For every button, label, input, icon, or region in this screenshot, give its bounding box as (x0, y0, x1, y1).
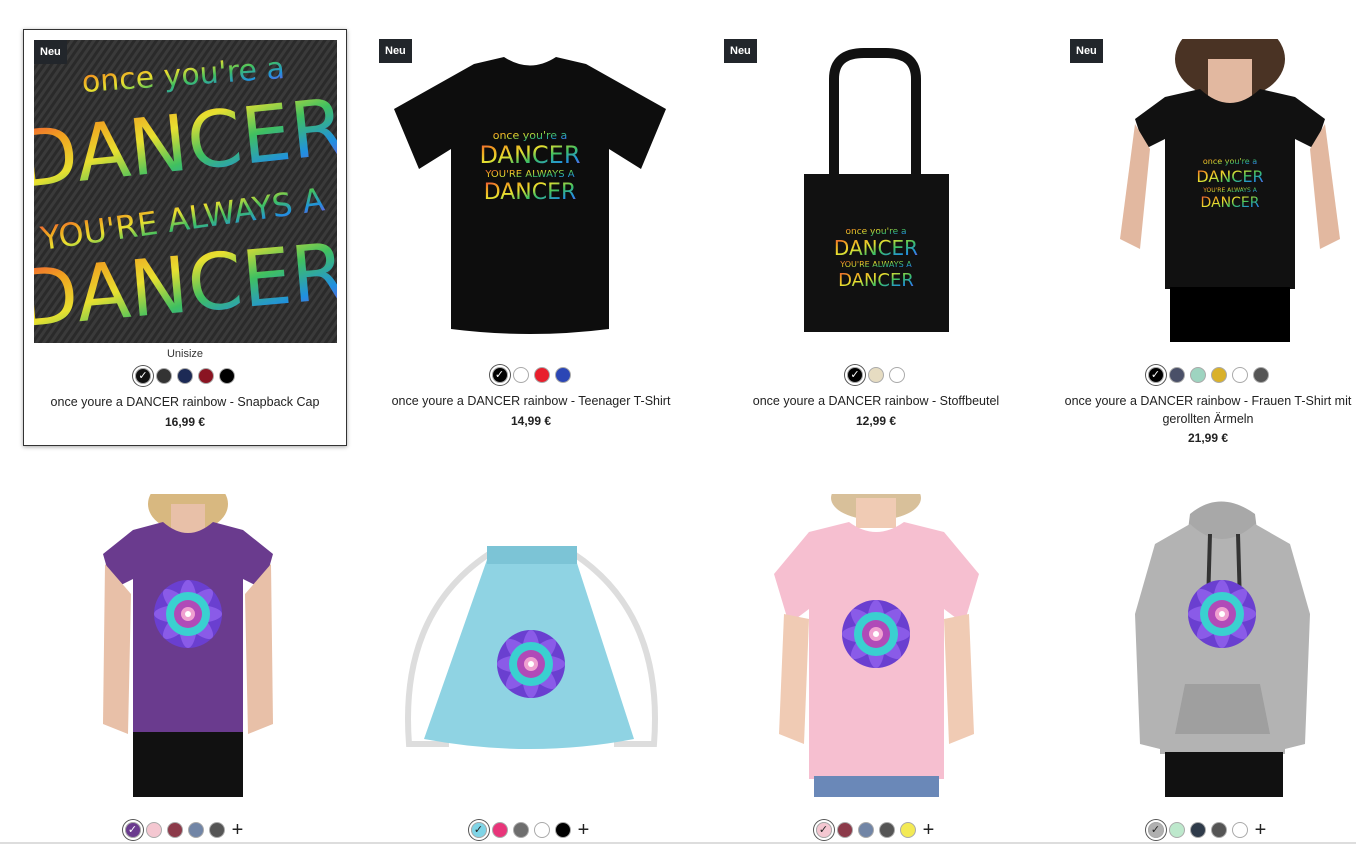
design-line-2: DANCER (1196, 167, 1263, 186)
design-line-4: DANCER (484, 180, 577, 205)
product-image-tote-bag[interactable]: once you're a DANCER YOU'RE ALWAYS A DAN… (724, 39, 1027, 342)
product-price: 21,99 € (1187, 431, 1229, 445)
product-card-women-hoodie[interactable]: ✓ + (1060, 484, 1356, 842)
new-badge: Neu (34, 40, 67, 64)
check-icon: ✓ (473, 823, 484, 836)
color-swatch[interactable] (1189, 367, 1206, 383)
more-colors-icon[interactable]: + (1253, 820, 1269, 840)
new-badge: Neu (379, 39, 412, 63)
more-colors-icon[interactable]: + (230, 820, 246, 840)
design-line-1: once you're a (1203, 157, 1257, 166)
product-image-kids-pink-tshirt[interactable] (724, 494, 1027, 797)
check-icon: ✓ (1150, 823, 1161, 836)
design-line-3: YOU'RE ALWAYS A (839, 260, 912, 269)
product-image-women-rolled-tshirt[interactable]: once you're a DANCER YOU'RE ALWAYS A DAN… (1070, 39, 1356, 342)
check-icon: ✓ (127, 823, 138, 836)
color-swatch[interactable] (889, 367, 905, 383)
color-swatch[interactable] (836, 822, 853, 838)
check-icon: ✓ (818, 823, 829, 836)
color-swatch[interactable] (166, 822, 183, 838)
color-swatch[interactable]: ✓ (1145, 820, 1166, 840)
color-swatch[interactable] (857, 822, 874, 838)
color-swatch[interactable]: ✓ (133, 366, 153, 386)
color-swatches: ✓ + (714, 820, 1038, 840)
color-swatch[interactable] (512, 822, 529, 838)
product-title[interactable]: once youre a DANCER rainbow - Teenager T… (369, 392, 693, 410)
product-card-women-rolled-tshirt[interactable]: Neu once you're a DANCER YOU'RE ALWAYS A… (1060, 29, 1356, 459)
product-card-cap[interactable]: Neu once you're a DANCER YOU'RE ALWAYS A… (23, 29, 347, 446)
product-image-cap[interactable]: once you're a DANCER YOU'RE ALWAYS A DAN… (34, 40, 337, 343)
color-swatch[interactable] (1168, 822, 1185, 838)
product-price: 14,99 € (510, 414, 552, 428)
design-line-4: DANCER (1201, 195, 1260, 211)
color-swatch[interactable] (1231, 367, 1248, 383)
design-line-2: DANCER (834, 236, 918, 260)
color-swatches: ✓ + (369, 820, 693, 840)
color-swatch[interactable] (156, 368, 172, 384)
color-swatch[interactable]: ✓ (468, 820, 489, 840)
product-image-women-hoodie[interactable] (1070, 494, 1356, 797)
new-badge: Neu (724, 39, 757, 63)
color-swatch[interactable] (512, 367, 529, 383)
product-image-women-purple-tshirt[interactable] (33, 494, 336, 797)
design-line-4: DANCER (838, 270, 914, 291)
color-swatch[interactable] (145, 822, 162, 838)
product-price: 12,99 € (855, 414, 897, 428)
product-image-gym-bag[interactable] (379, 494, 682, 797)
check-icon: ✓ (138, 369, 148, 382)
color-swatch[interactable] (491, 822, 508, 838)
product-card-gym-bag[interactable]: ✓ + (369, 484, 693, 842)
color-swatch[interactable] (1210, 367, 1227, 383)
color-swatches: ✓ (714, 365, 1038, 385)
color-swatch[interactable]: ✓ (845, 365, 865, 385)
product-title[interactable]: once youre a DANCER rainbow - Stoffbeute… (714, 392, 1038, 410)
color-swatch[interactable] (208, 822, 225, 838)
color-swatch[interactable] (1252, 367, 1269, 383)
check-icon: ✓ (494, 368, 505, 381)
color-swatch[interactable] (868, 367, 884, 383)
color-swatch[interactable] (554, 367, 571, 383)
check-icon: ✓ (1150, 368, 1161, 381)
product-image-teen-tshirt[interactable]: once you're a DANCER YOU'RE ALWAYS A DAN… (379, 39, 682, 342)
color-swatch[interactable]: ✓ (1145, 365, 1166, 385)
check-icon: ✓ (850, 368, 860, 381)
design-line-3: YOU'RE ALWAYS A (1202, 187, 1257, 194)
color-swatch[interactable] (1168, 367, 1185, 383)
color-swatch[interactable]: ✓ (489, 365, 510, 385)
color-swatch[interactable] (899, 822, 916, 838)
product-price: 16,99 € (164, 415, 206, 429)
design-line-2: DANCER (479, 141, 580, 169)
color-swatches: ✓ (24, 366, 346, 386)
product-card-tote-bag[interactable]: Neu once you're a DANCER YOU'RE ALWAYS A… (714, 29, 1038, 446)
color-swatch[interactable]: ✓ (122, 820, 143, 840)
color-swatches: ✓ (369, 365, 693, 385)
product-card-teen-tshirt[interactable]: Neu once you're a DANCER YOU'RE ALWAYS A… (369, 29, 693, 446)
design-line-3: YOU'RE ALWAYS A (484, 169, 574, 180)
color-swatch[interactable]: ✓ (813, 820, 834, 840)
color-swatch[interactable] (177, 368, 193, 384)
color-swatch[interactable] (554, 822, 571, 838)
color-swatches: ✓ + (23, 820, 347, 840)
color-swatches: ✓ + (1060, 820, 1356, 840)
product-card-kids-pink-tshirt[interactable]: ✓ + (714, 484, 1038, 842)
color-swatch[interactable] (187, 822, 204, 838)
color-swatch[interactable] (533, 822, 550, 838)
new-badge: Neu (1070, 39, 1103, 63)
more-colors-icon[interactable]: + (576, 820, 592, 840)
product-title[interactable]: once youre a DANCER rainbow - Snapback C… (24, 393, 346, 411)
product-card-women-purple-tshirt[interactable]: ✓ + (23, 484, 347, 842)
color-swatches: ✓ (1060, 365, 1356, 385)
color-swatch[interactable] (198, 368, 214, 384)
color-swatch[interactable] (878, 822, 895, 838)
more-colors-icon[interactable]: + (921, 820, 937, 840)
color-swatch[interactable] (1210, 822, 1227, 838)
color-swatch[interactable] (1231, 822, 1248, 838)
product-title[interactable]: once youre a DANCER rainbow - Frauen T-S… (1060, 392, 1356, 428)
color-swatch[interactable] (219, 368, 235, 384)
color-swatch[interactable] (1189, 822, 1206, 838)
color-swatch[interactable] (533, 367, 550, 383)
size-label: Unisize (166, 348, 204, 360)
